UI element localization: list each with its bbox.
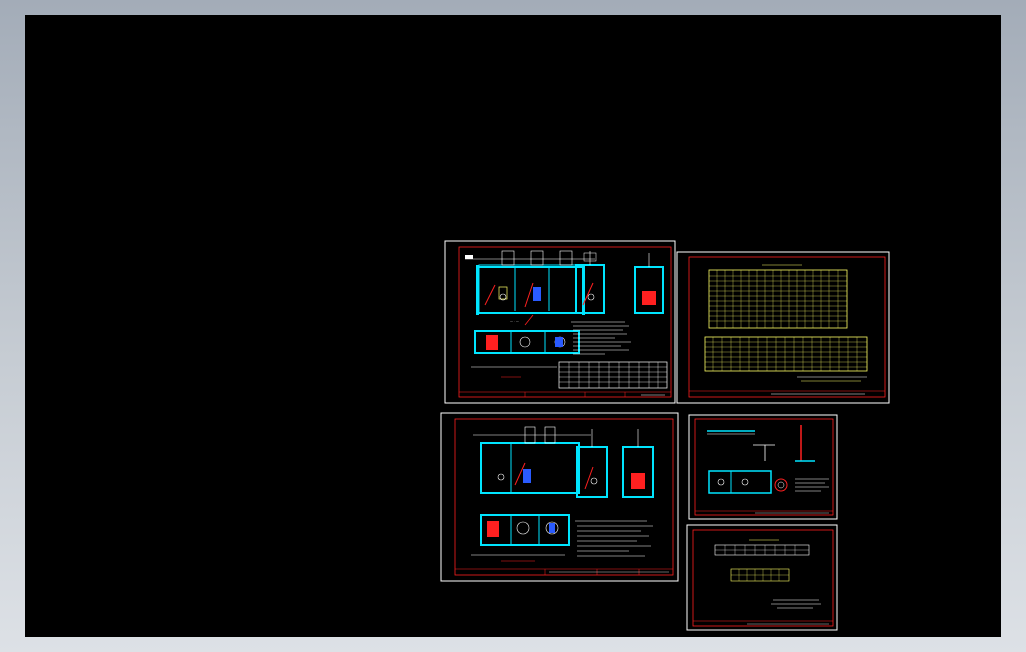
drawing-sheet-3[interactable] — [440, 412, 679, 582]
drawing-sheet-1[interactable]: — · — — [444, 240, 676, 404]
drawing-sheet-5[interactable] — [686, 524, 838, 631]
drawing-sheet-2[interactable] — [676, 251, 890, 404]
svg-text:— · —: — · — — [510, 319, 519, 323]
drawing-sheet-4[interactable] — [688, 414, 838, 520]
cad-drawing-canvas: — · — — [440, 240, 890, 631]
cad-viewport[interactable]: — · — — [25, 15, 1001, 637]
